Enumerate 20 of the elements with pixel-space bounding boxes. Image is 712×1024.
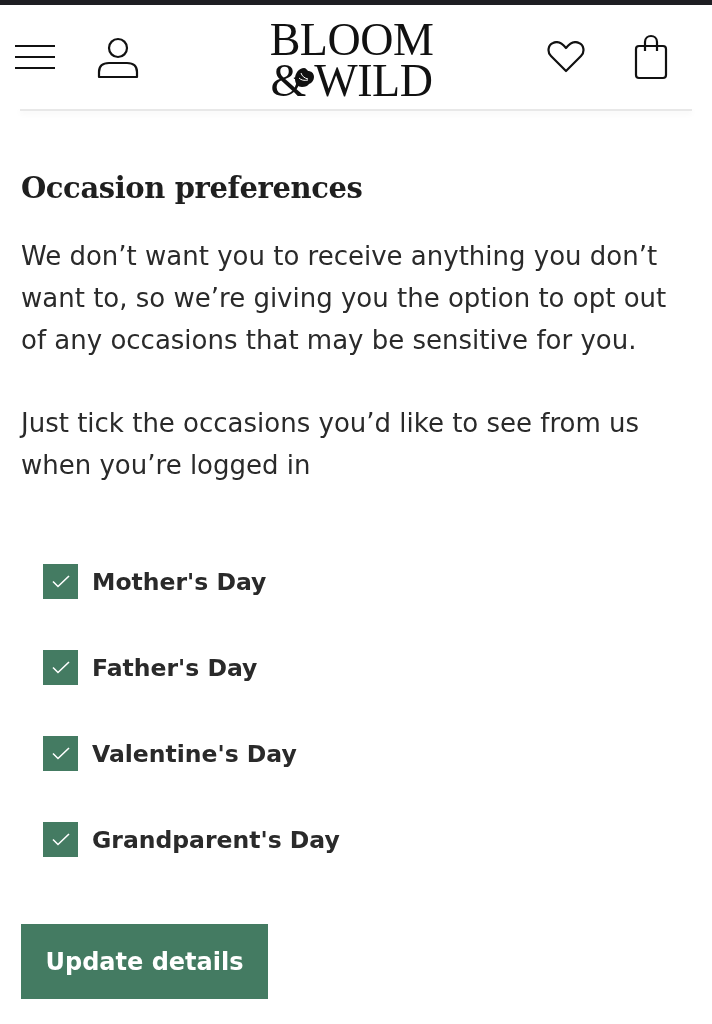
check-icon: [51, 661, 70, 674]
checkbox[interactable]: [43, 822, 78, 857]
section-title: Occasion preferences: [21, 171, 364, 205]
checkbox-label[interactable]: Father's Day: [92, 653, 258, 682]
check-icon: [51, 833, 70, 846]
checkbox-label[interactable]: Mother's Day: [92, 567, 267, 596]
check-icon: [51, 575, 70, 588]
check-icon: [51, 747, 70, 760]
checkbox-label[interactable]: Grandparent's Day: [92, 825, 340, 854]
checkbox[interactable]: [43, 650, 78, 685]
shopping-bag-icon[interactable]: [634, 34, 668, 80]
account-icon[interactable]: [97, 37, 139, 79]
heart-icon[interactable]: [547, 41, 585, 73]
checkbox[interactable]: [43, 736, 78, 771]
description-text: We don’t want you to receive anything you don’t want to, so we’re giving you the option to opt out of any occasions that may be sensitive for you.: [21, 240, 668, 357]
description-text: Just tick the occasions you’d like to see from us when you’re logged in: [21, 407, 641, 482]
menu-icon[interactable]: [15, 44, 55, 70]
checkbox[interactable]: [43, 564, 78, 599]
checkbox-label[interactable]: Valentine's Day: [92, 739, 297, 768]
update-details-button[interactable]: Update details: [21, 924, 268, 999]
